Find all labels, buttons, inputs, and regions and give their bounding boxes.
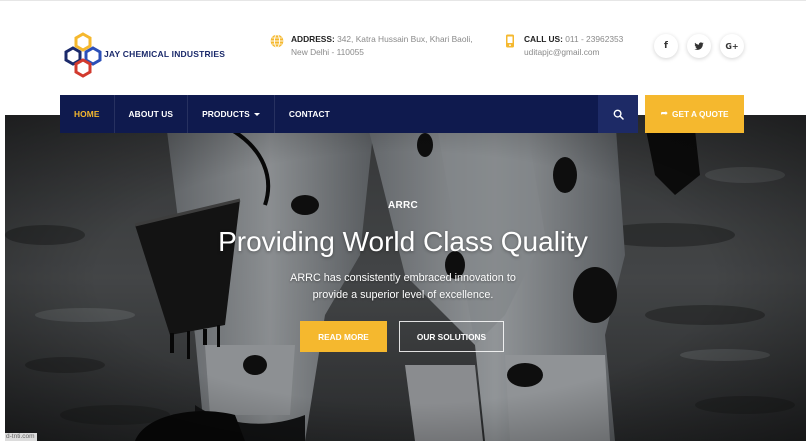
hero-title: Providing World Class Quality [218, 226, 588, 257]
phone-icon [506, 34, 514, 48]
twitter-bird-shape [694, 41, 704, 50]
site-logo[interactable]: JAY CHEMICAL INDUSTRIES [60, 30, 225, 78]
chevron-down-icon [253, 112, 260, 116]
read-more-button[interactable]: READ MORE [300, 321, 387, 352]
our-solutions-button[interactable]: OUR SOLUTIONS [399, 321, 504, 352]
hero-subtitle-line-2: provide a superior level of excellence. [312, 289, 494, 301]
google-plus-icon[interactable]: G+ [720, 34, 744, 58]
google-plus-glyph: G+ [725, 41, 739, 51]
brand-name: JAY CHEMICAL INDUSTRIES [104, 49, 226, 59]
nav-contact[interactable]: CONTACT [275, 95, 344, 133]
address-label: ADDRESS: [291, 34, 335, 44]
share-arrow-icon: ➦ [660, 109, 668, 119]
address-line-1: 342, Katra Hussain Bux, Khari Baoli, [337, 34, 473, 44]
phone-number[interactable]: 011 - 23962353 [565, 34, 623, 44]
get-a-quote-button[interactable]: ➦ GET A QUOTE [645, 95, 744, 133]
address-block: ADDRESS: 342, Katra Hussain Bux, Khari B… [270, 33, 473, 59]
search-button[interactable] [598, 95, 638, 133]
call-label: CALL US: [524, 34, 563, 44]
top-divider [0, 0, 806, 1]
hero-subtitle-line-1: ARRC has consistently embraced innovatio… [290, 272, 516, 284]
call-block: CALL US: 011 - 23962353 uditapjc@gmail.c… [503, 33, 623, 59]
logo-mark-icon [64, 32, 102, 78]
facebook-glyph: f [664, 41, 668, 51]
email-address[interactable]: uditapjc@gmail.com [524, 46, 623, 59]
nav-products[interactable]: PRODUCTS [188, 95, 275, 133]
search-icon [613, 109, 624, 120]
twitter-icon[interactable] [687, 34, 711, 58]
watermark-text: d-tnti.com [4, 433, 37, 441]
address-line-2: New Delhi - 110055 [291, 47, 364, 57]
globe-icon [270, 34, 284, 48]
get-a-quote-label: GET A QUOTE [672, 109, 729, 119]
main-navigation: HOME ABOUT US PRODUCTS CONTACT [60, 95, 638, 133]
nav-home[interactable]: HOME [60, 95, 115, 133]
facebook-icon[interactable]: f [654, 34, 678, 58]
nav-products-label: PRODUCTS [202, 109, 250, 119]
hero-kicker: ARRC [387, 200, 419, 211]
hero-subtitle: ARRC has consistently embraced innovatio… [0, 270, 806, 304]
nav-about-us[interactable]: ABOUT US [115, 95, 189, 133]
page: JAY CHEMICAL INDUSTRIES ADDRESS: 342, Ka… [0, 0, 806, 441]
